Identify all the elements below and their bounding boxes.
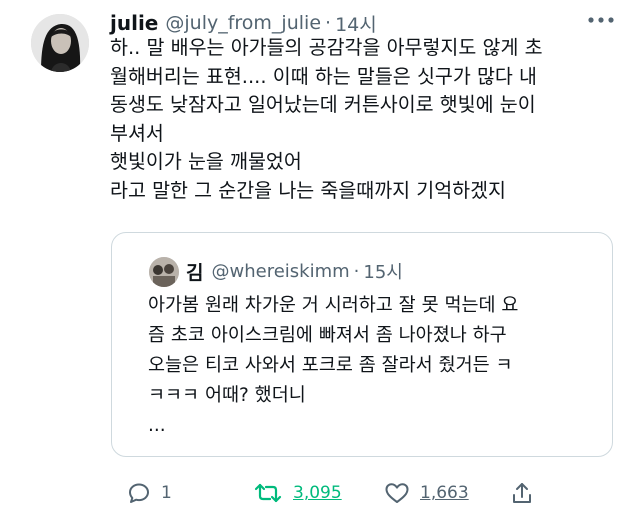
quote-author-name[interactable]: 김 (186, 258, 203, 285)
tweet-header: julie @july_from_julie · 14시 (110, 10, 377, 36)
avatar[interactable] (31, 14, 89, 72)
quote-text-line: 아가봄 원래 차가운 거 시러하고 잘 못 먹는데 요 (148, 295, 519, 316)
like-button[interactable]: 1,663 (384, 478, 469, 508)
more-horizontal-icon[interactable] (583, 10, 619, 30)
reply-button[interactable]: 1 (127, 478, 172, 508)
author-name[interactable]: julie (110, 11, 158, 35)
quote-avatar[interactable] (149, 257, 179, 287)
quote-header: 김 @whereiskimm · 15시 (186, 255, 403, 287)
share-button[interactable] (510, 478, 534, 508)
reply-bubble-icon (127, 481, 151, 505)
quote-text: 아가봄 원래 차가운 거 시러하고 잘 못 먹는데 요 즘 초코 아이스크림에 … (148, 291, 608, 441)
tweet-text-line: 부셔서 (110, 121, 164, 145)
quote-text-line: ... (148, 415, 166, 436)
heart-outline-icon (384, 481, 410, 505)
quote-author-handle[interactable]: @whereiskimm (211, 261, 349, 282)
retweet-arrows-icon (253, 481, 283, 505)
quote-timestamp[interactable]: 15시 (363, 258, 402, 284)
action-bar: 1 3,095 1,663 (0, 478, 640, 508)
tweet-text-line: 햇빛이가 눈을 깨물었어 (110, 150, 302, 173)
reply-count: 1 (161, 483, 172, 503)
tweet-timestamp[interactable]: 14시 (335, 10, 377, 37)
author-handle[interactable]: @july_from_julie (165, 12, 321, 34)
quote-text-line: ㅋㅋㅋ 어때? 했더니 (148, 385, 306, 406)
quoted-tweet[interactable]: 김 @whereiskimm · 15시 아가봄 원래 차가운 거 시러하고 잘… (111, 232, 613, 457)
retweet-button[interactable]: 3,095 (253, 478, 342, 508)
tweet-text-line: 월해버리는 표현.... 이때 하는 말들은 싯구가 많다 내 (110, 64, 537, 88)
retweet-count[interactable]: 3,095 (293, 483, 342, 503)
quote-text-line: 즘 초코 아이스크림에 빠져서 좀 나아졌나 하구 (148, 325, 507, 346)
share-upload-icon (510, 480, 534, 506)
tweet-text-line: 동생도 낮잠자고 일어났는데 커튼사이로 햇빛에 눈이 (110, 93, 536, 116)
separator-dot: · (325, 12, 332, 34)
quote-separator-dot: · (353, 260, 360, 282)
like-count[interactable]: 1,663 (420, 483, 469, 503)
avatar-photo (31, 14, 89, 72)
quote-text-line: 오늘은 티코 사와서 포크로 좀 잘라서 줬거든 ㅋ (148, 355, 513, 376)
quote-avatar-photo (149, 257, 179, 287)
tweet-text-line: 라고 말한 그 순간을 나는 죽을때까지 기억하겠지 (110, 178, 506, 202)
tweet-text: 하.. 말 배우는 아가들의 공감각을 아무렇지도 않게 초 월해버리는 표현.… (110, 34, 630, 205)
tweet-text-line: 하.. 말 배우는 아가들의 공감각을 아무렇지도 않게 초 (110, 36, 543, 59)
